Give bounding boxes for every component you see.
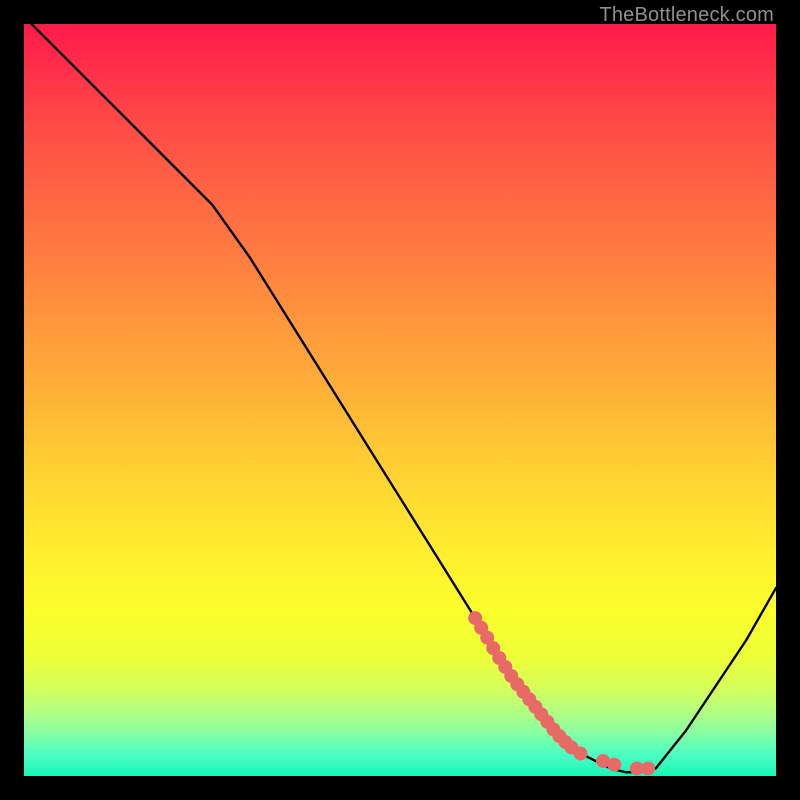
bottleneck-curve bbox=[24, 24, 776, 772]
chart-svg bbox=[24, 24, 776, 776]
highlight-dot bbox=[573, 746, 587, 760]
highlight-dot bbox=[607, 758, 621, 772]
plot-area bbox=[24, 24, 776, 776]
highlight-dots bbox=[468, 611, 655, 775]
highlight-dot bbox=[641, 761, 655, 775]
watermark-text: TheBottleneck.com bbox=[599, 4, 774, 27]
chart-frame: TheBottleneck.com bbox=[0, 0, 800, 800]
